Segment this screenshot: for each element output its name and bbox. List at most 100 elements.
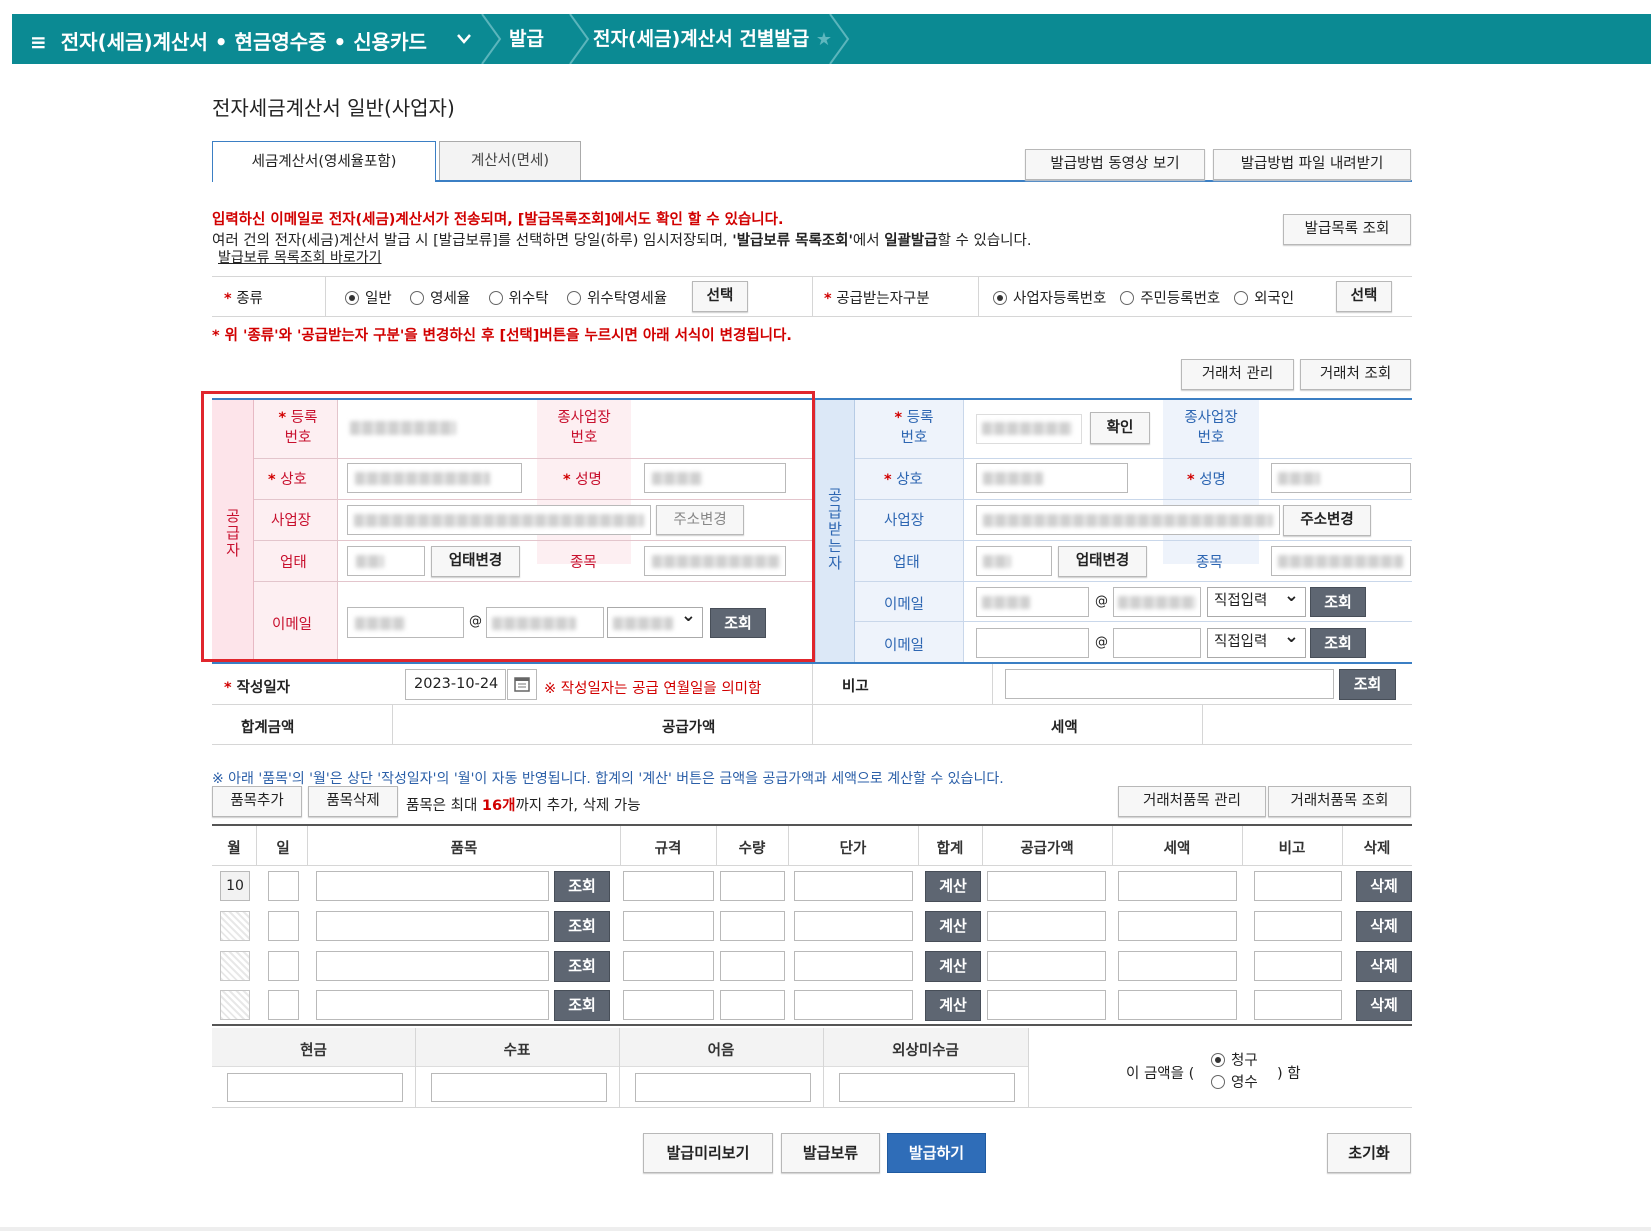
receiver-address-change-button[interactable]: 주소변경 [1283,505,1371,536]
qty-input[interactable] [720,990,785,1020]
spec-input[interactable] [623,871,714,901]
memo-search-button[interactable]: 조회 [1339,669,1396,700]
breadcrumb-separator-icon [569,14,590,64]
unit-price-input[interactable] [794,990,913,1020]
item-search-button[interactable]: 조회 [554,951,610,982]
spec-input[interactable] [623,911,714,941]
item-search-button[interactable]: 조회 [554,990,610,1021]
cash-label: 현금 [300,1043,327,1059]
supply-input[interactable] [987,871,1106,901]
kind-consign-zero-radio[interactable]: 위수탁영세율 [567,291,667,307]
partner-manage-button[interactable]: 거래처 관리 [1181,359,1294,390]
spec-input[interactable] [623,951,714,981]
hold-list-link[interactable]: 발급보류 목록조회 바로가기 [218,247,381,267]
issue-button[interactable]: 발급하기 [887,1133,986,1173]
receiver-email1-domain-select[interactable]: 직접입력 [1207,583,1306,617]
cash-input[interactable] [227,1073,403,1102]
check-input[interactable] [431,1073,607,1102]
receiver-email2-domain-input[interactable] [1113,628,1201,658]
reset-button[interactable]: 초기화 [1327,1133,1411,1173]
qty-input[interactable] [720,951,785,981]
receiver-biz-type-change-button[interactable]: 업태변경 [1058,546,1147,577]
supply-input[interactable] [987,990,1106,1020]
kind-general-radio[interactable]: 일반 [345,291,392,307]
receiver-ceo-label: * 성명 [1187,472,1226,488]
receiver-type-options: 사업자등록번호 주민등록번호 외국인 [993,287,1294,308]
calc-button[interactable]: 계산 [925,990,981,1021]
tax-input[interactable] [1118,990,1237,1020]
video-guide-button[interactable]: 발급방법 동영상 보기 [1025,149,1205,180]
unit-price-input[interactable] [794,911,913,941]
preview-button[interactable]: 발급미리보기 [643,1133,773,1173]
qty-input[interactable] [720,911,785,941]
partner-item-search-button[interactable]: 거래처품목 조회 [1268,786,1411,817]
memo-input[interactable] [1254,911,1342,941]
claim-radio[interactable]: 청구 [1211,1049,1258,1070]
hold-button[interactable]: 발급보류 [781,1133,880,1173]
bill-input[interactable] [635,1073,811,1102]
memo-input[interactable] [1005,669,1334,699]
receiver-email2-domain-select[interactable]: 직접입력 [1207,624,1306,658]
issue-list-button[interactable]: 발급목록 조회 [1283,214,1411,245]
item-search-button[interactable]: 조회 [554,871,610,902]
receiver-confirm-button[interactable]: 확인 [1090,412,1150,444]
credit-input[interactable] [839,1073,1015,1102]
item-name-input[interactable] [316,871,549,901]
breadcrumb-issue[interactable]: 발급 [509,14,544,64]
kind-consign-radio[interactable]: 위수탁 [488,291,549,307]
receiver-email2-search-button[interactable]: 조회 [1310,628,1366,658]
supply-input[interactable] [987,911,1106,941]
receiver-email1-at: @ [1095,594,1108,609]
unit-price-input[interactable] [794,951,913,981]
receiver-foreigner-radio[interactable]: 외국인 [1234,291,1294,307]
spec-input[interactable] [623,990,714,1020]
receiver-biz-no-radio[interactable]: 사업자등록번호 [993,291,1106,307]
memo-input[interactable] [1254,871,1342,901]
write-date-input[interactable]: 2023-10-24 [405,669,506,700]
partner-item-manage-button[interactable]: 거래처품목 관리 [1118,786,1266,817]
row-delete-button[interactable]: 삭제 [1356,990,1412,1021]
day-input[interactable] [268,871,299,901]
calc-button[interactable]: 계산 [925,911,981,942]
calendar-button[interactable] [507,669,537,700]
kind-zero-rate-radio[interactable]: 영세율 [410,291,470,307]
tab-invoice-exempt[interactable]: 계산서(면세) [439,141,581,180]
tab-tax-invoice[interactable]: 세금계산서(영세율포함) [212,141,436,182]
unit-price-input[interactable] [794,871,913,901]
receiver-email2-id-input[interactable] [976,628,1089,658]
qty-input[interactable] [720,871,785,901]
bill-label: 어음 [707,1043,735,1059]
item-search-button[interactable]: 조회 [554,911,610,942]
supply-input[interactable] [987,951,1106,981]
item-name-input[interactable] [316,990,549,1020]
day-input[interactable] [268,951,299,981]
tax-input[interactable] [1118,951,1237,981]
receiver-resident-no-radio[interactable]: 주민등록번호 [1120,291,1220,307]
file-download-button[interactable]: 발급방법 파일 내려받기 [1213,149,1411,180]
memo-input[interactable] [1254,990,1342,1020]
item-name-input[interactable] [316,951,549,981]
day-input[interactable] [268,911,299,941]
receipt-radio[interactable]: 영수 [1211,1071,1258,1092]
item-name-input[interactable] [316,911,549,941]
receiver-email1-search-button[interactable]: 조회 [1310,587,1366,617]
tax-input[interactable] [1118,911,1237,941]
month-input[interactable]: 10 [220,871,250,901]
write-date-label: * 작성일자 [224,680,291,696]
calc-button[interactable]: 계산 [925,951,981,982]
tax-input[interactable] [1118,871,1237,901]
add-item-button[interactable]: 품목추가 [212,786,302,817]
chevron-down-icon[interactable] [456,32,472,46]
delete-item-button[interactable]: 품목삭제 [308,786,398,817]
row-delete-button[interactable]: 삭제 [1356,951,1412,982]
partner-search-button[interactable]: 거래처 조회 [1300,359,1411,390]
credit-label: 외상미수금 [892,1043,959,1059]
row-delete-button[interactable]: 삭제 [1356,911,1412,942]
menu-toggle[interactable]: ≡ 전자(세금)계산서 • 현금영수증 • 신용카드 [30,26,427,55]
day-input[interactable] [268,990,299,1020]
receiver-select-button[interactable]: 선택 [1336,281,1392,312]
calc-button[interactable]: 계산 [925,871,981,902]
row-delete-button[interactable]: 삭제 [1356,871,1412,902]
kind-select-button[interactable]: 선택 [692,281,748,312]
memo-input[interactable] [1254,951,1342,981]
